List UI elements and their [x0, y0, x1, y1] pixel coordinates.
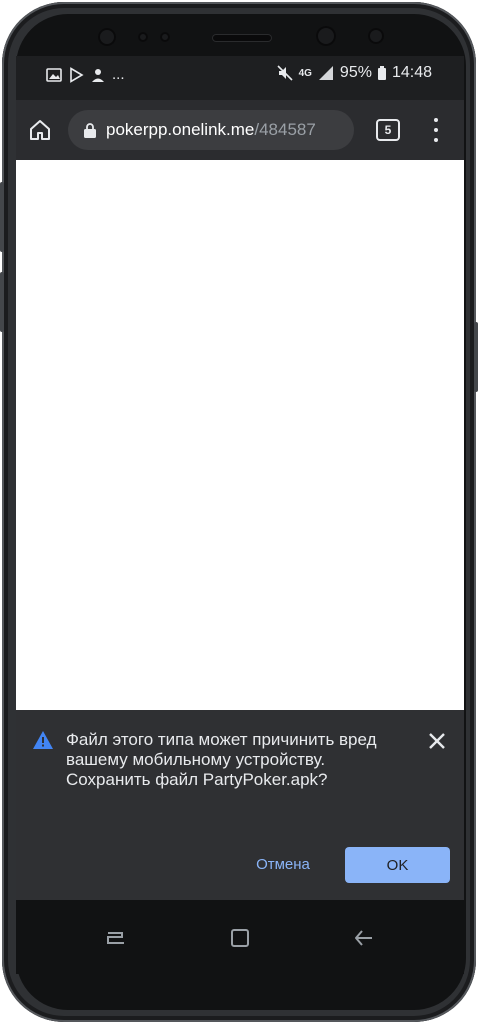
url-domain: pokerpp.onelink.me	[106, 120, 255, 139]
missed-call-icon	[92, 68, 104, 82]
menu-dot	[434, 138, 438, 142]
page-content	[16, 160, 464, 710]
cancel-button[interactable]: Отмена	[242, 846, 324, 882]
sensor-icon	[160, 32, 170, 42]
recents-icon	[107, 932, 124, 944]
earpiece-speaker	[212, 34, 272, 42]
warning-icon	[33, 731, 53, 749]
sensor-icon	[98, 28, 116, 46]
clock: 14:48	[391, 64, 432, 81]
signal-icon	[318, 66, 333, 80]
iris-scanner-icon	[368, 28, 384, 44]
tab-count: 5	[384, 123, 392, 137]
lock-icon	[84, 122, 96, 138]
ok-button[interactable]: OK	[345, 847, 450, 883]
menu-button[interactable]	[426, 116, 446, 144]
system-icons: 4G 95% 14:48	[277, 64, 432, 82]
home-nav-button[interactable]	[226, 924, 254, 952]
battery-percent: 95%	[339, 64, 372, 81]
power-button	[474, 322, 478, 392]
phone-screen: ... 4G 95% 14:48 pokerpp.onelink.me/4845…	[16, 56, 464, 974]
bixby-button	[0, 272, 4, 332]
android-nav-bar	[16, 900, 464, 974]
image-icon	[46, 67, 62, 82]
browser-toolbar: pokerpp.onelink.me/484587 5	[16, 100, 464, 160]
back-button[interactable]	[350, 924, 378, 952]
menu-dot	[434, 128, 438, 132]
url-path: /484587	[254, 120, 316, 139]
tab-switcher-button[interactable]: 5	[376, 119, 400, 141]
warning-message: Файл этого типа может причинить вред ваш…	[66, 730, 377, 789]
close-icon[interactable]	[426, 730, 448, 752]
address-bar[interactable]: pokerpp.onelink.me/484587	[68, 110, 354, 150]
download-warning-dialog: Файл этого типа может причинить вред ваш…	[16, 710, 464, 900]
menu-dot	[434, 118, 438, 122]
notification-icons: ...	[46, 66, 125, 83]
back-arrow-icon	[355, 930, 372, 946]
volume-button	[0, 182, 4, 252]
mute-icon	[277, 65, 293, 81]
recents-button[interactable]	[102, 924, 130, 952]
front-camera-icon	[316, 26, 336, 46]
network-type: 4G	[298, 67, 312, 79]
home-icon	[30, 120, 50, 140]
status-bar: ... 4G 95% 14:48	[16, 56, 464, 100]
sensor-icon	[138, 32, 148, 42]
home-button[interactable]	[24, 114, 56, 146]
more-notifications: ...	[112, 66, 125, 83]
home-square-icon	[231, 929, 249, 947]
battery-icon	[377, 66, 386, 80]
play-store-icon	[70, 66, 84, 83]
